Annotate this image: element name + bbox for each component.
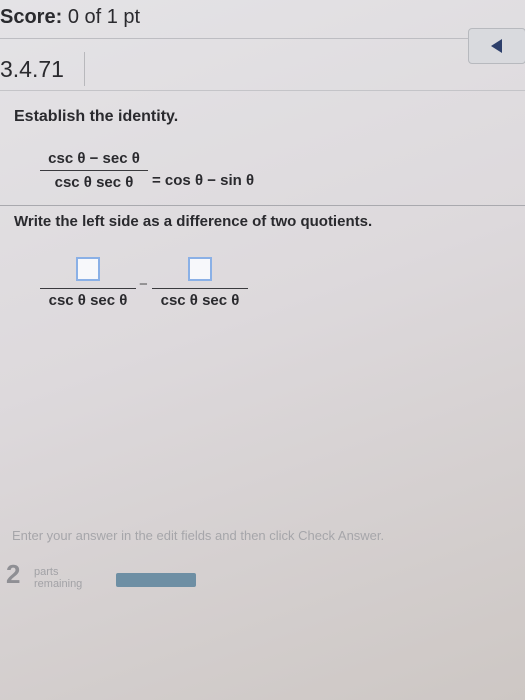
difference-instruction: Write the left side as a difference of t…	[14, 213, 373, 230]
quotient-2-denominator: csc θ sec θ	[160, 292, 240, 309]
minus-operator: −	[139, 276, 148, 293]
question-divider	[0, 90, 525, 91]
score-label: Score:	[0, 6, 63, 28]
numerator-1-input[interactable]	[76, 257, 100, 281]
identity-lhs-fraction: csc θ − sec θ csc θ sec θ	[40, 150, 148, 191]
score-value: 0 of 1 pt	[67, 6, 141, 28]
fraction-bar	[40, 288, 136, 289]
answer-hint: Enter your answer in the edit fields and…	[12, 528, 385, 543]
numerator-2-input[interactable]	[188, 257, 212, 281]
header-divider	[0, 38, 525, 39]
quotient-1-denominator: csc θ sec θ	[48, 292, 128, 309]
fraction-bar	[40, 170, 148, 171]
question-number: 3.4.71	[0, 52, 85, 86]
left-arrow-icon	[491, 39, 502, 53]
quotient-2: csc θ sec θ	[152, 257, 248, 309]
score-display: Score: 0 of 1 pt	[0, 6, 140, 29]
identity-rhs: = cos θ − sin θ	[152, 172, 255, 189]
establish-instruction: Establish the identity.	[14, 108, 179, 125]
progress-fill	[116, 573, 196, 587]
parts-word: parts	[34, 566, 59, 578]
parts-remaining-count: 2	[6, 559, 21, 589]
previous-question-button[interactable]	[468, 28, 525, 64]
remaining-word: remaining	[34, 578, 83, 590]
identity-numerator: csc θ − sec θ	[48, 150, 140, 167]
section-divider	[0, 205, 525, 206]
quotient-1: csc θ sec θ	[40, 257, 136, 309]
fraction-bar	[152, 288, 248, 289]
identity-denominator: csc θ sec θ	[54, 174, 134, 191]
parts-remaining-label: parts remaining	[34, 566, 82, 590]
progress-bar	[116, 573, 196, 587]
